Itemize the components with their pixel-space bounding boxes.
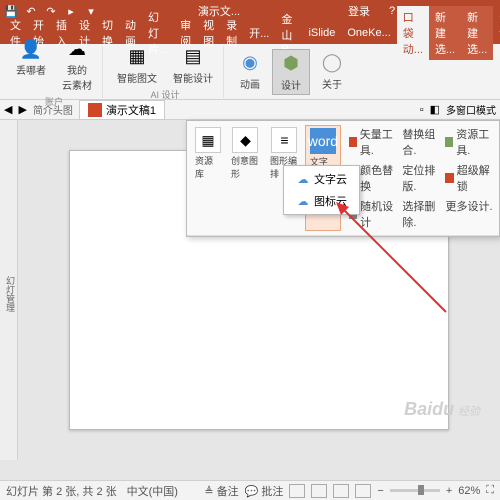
fit-icon[interactable]: ⛶: [486, 484, 494, 497]
play-icon: ◉: [238, 51, 262, 75]
ppt-icon: [88, 103, 102, 117]
textcloud-icon: ☁: [296, 172, 310, 186]
workspace: 幻灯管理 ▦资源库 ◆创意图形 ≡图形编排 word文字云 矢量工具. 颜色替换…: [0, 120, 500, 460]
cloud-icon: ☁: [65, 37, 89, 61]
panel-icon-2[interactable]: ◧: [430, 103, 440, 116]
popup-btn-resources[interactable]: ▦资源库: [191, 125, 225, 231]
ribbon-btn-design[interactable]: ⬢设计: [272, 49, 310, 95]
zoom-level[interactable]: 62%: [458, 485, 480, 497]
view-normal-icon[interactable]: [289, 484, 305, 498]
notes-button[interactable]: ≜ 备注: [204, 483, 238, 499]
slide-counter: 幻灯片 第 2 张, 共 2 张: [6, 483, 117, 499]
tell-me[interactable]: 告诉我: [493, 6, 500, 60]
comments-button[interactable]: 💬 批注: [245, 483, 284, 499]
status-bar: 幻灯片 第 2 张, 共 2 张 中文(中国) ≜ 备注 💬 批注 − + 62…: [0, 480, 500, 500]
grid-more[interactable]: 更多设计.: [443, 197, 495, 215]
watermark: Baidu 经验: [404, 399, 480, 420]
vector-icon: [349, 137, 357, 147]
login-button[interactable]: 登录: [340, 3, 378, 19]
layout-icon: ▤: [181, 45, 205, 69]
submenu-text-cloud[interactable]: ☁文字云: [286, 168, 357, 190]
tab-islide[interactable]: iSlide: [302, 24, 341, 42]
tab-pocket[interactable]: 口袋动...: [397, 6, 429, 60]
view-slideshow-icon[interactable]: [355, 484, 371, 498]
zoom-out-icon[interactable]: −: [377, 485, 383, 497]
zoom-in-icon[interactable]: +: [446, 485, 452, 497]
ribbon-group-tools: ◉动画 ⬢设计 ◯关于: [228, 46, 354, 98]
wordcloud-submenu: ☁文字云 ☁图标云: [283, 165, 360, 215]
grid-unlock[interactable]: 超级解锁: [443, 161, 495, 195]
tab-onekey[interactable]: OneKe...: [341, 24, 396, 42]
unlock-icon: [445, 173, 453, 183]
hexagon-icon: ⬢: [279, 52, 303, 76]
thumbnail-panel[interactable]: 幻灯管理: [0, 120, 18, 460]
multi-window[interactable]: 多窗口模式: [446, 102, 496, 117]
design-popup: ▦资源库 ◆创意图形 ≡图形编排 word文字云 矢量工具. 颜色替换 随机设计…: [186, 120, 500, 237]
ribbon-btn-smartdesign[interactable]: ▤智能设计: [167, 43, 219, 87]
doc-tab[interactable]: 演示文稿1: [79, 100, 165, 120]
tab-new2[interactable]: 新建选...: [461, 6, 493, 60]
ribbon-group-ai: ▦智能图文 ▤智能设计 AI 设计: [107, 46, 224, 98]
iconcloud-icon: ☁: [296, 194, 310, 208]
grid-select-del[interactable]: 选择删除.: [400, 197, 441, 231]
grid-position[interactable]: 定位排版.: [400, 161, 441, 195]
ribbon-btn-user[interactable]: 👤丢哪者: [10, 35, 52, 94]
arrange-icon: ≡: [271, 127, 297, 153]
resource-icon: ▦: [195, 127, 221, 153]
grid-resource-tools[interactable]: 资源工具.: [443, 125, 495, 159]
ribbon-group-account: 👤丢哪者 ☁我的 云素材 账户: [6, 46, 103, 98]
tab-new1[interactable]: 新建选...: [429, 6, 461, 60]
grid-vector-tools[interactable]: 矢量工具.: [347, 125, 399, 159]
view-reading-icon[interactable]: [333, 484, 349, 498]
ribbon-btn-cloud[interactable]: ☁我的 云素材: [56, 35, 98, 94]
next-doc-icon[interactable]: ▶: [18, 103, 26, 116]
wordcloud-icon: word: [310, 128, 336, 154]
intro-label[interactable]: 简介头图: [33, 102, 73, 117]
view-sorter-icon[interactable]: [311, 484, 327, 498]
question-icon: ◯: [320, 51, 344, 75]
tab-dev[interactable]: 开...: [243, 22, 275, 44]
user-icon: 👤: [19, 37, 43, 61]
ribbon-btn-about[interactable]: ◯关于: [314, 49, 350, 95]
grid-replace-combo[interactable]: 替换组合.: [400, 125, 441, 159]
panel-icon-1[interactable]: ▫: [420, 104, 424, 116]
document-bar: ◀ ▶ 简介头图 演示文稿1 ▫ ◧ 多窗口模式: [0, 100, 500, 120]
grid-icon: ▦: [125, 45, 149, 69]
zoom-slider[interactable]: [390, 489, 440, 492]
tools-icon: [445, 137, 453, 147]
submenu-icon-cloud[interactable]: ☁图标云: [286, 190, 357, 212]
language-indicator[interactable]: 中文(中国): [127, 483, 178, 499]
shapes-icon: ◆: [232, 127, 258, 153]
ribbon-btn-smartimg[interactable]: ▦智能图文: [111, 43, 163, 87]
prev-doc-icon[interactable]: ◀: [4, 103, 12, 116]
popup-btn-creative[interactable]: ◆创意图形: [227, 125, 264, 231]
ribbon-btn-anim[interactable]: ◉动画: [232, 49, 268, 95]
slide-canvas: ▦资源库 ◆创意图形 ≡图形编排 word文字云 矢量工具. 颜色替换 随机设计…: [18, 120, 500, 460]
